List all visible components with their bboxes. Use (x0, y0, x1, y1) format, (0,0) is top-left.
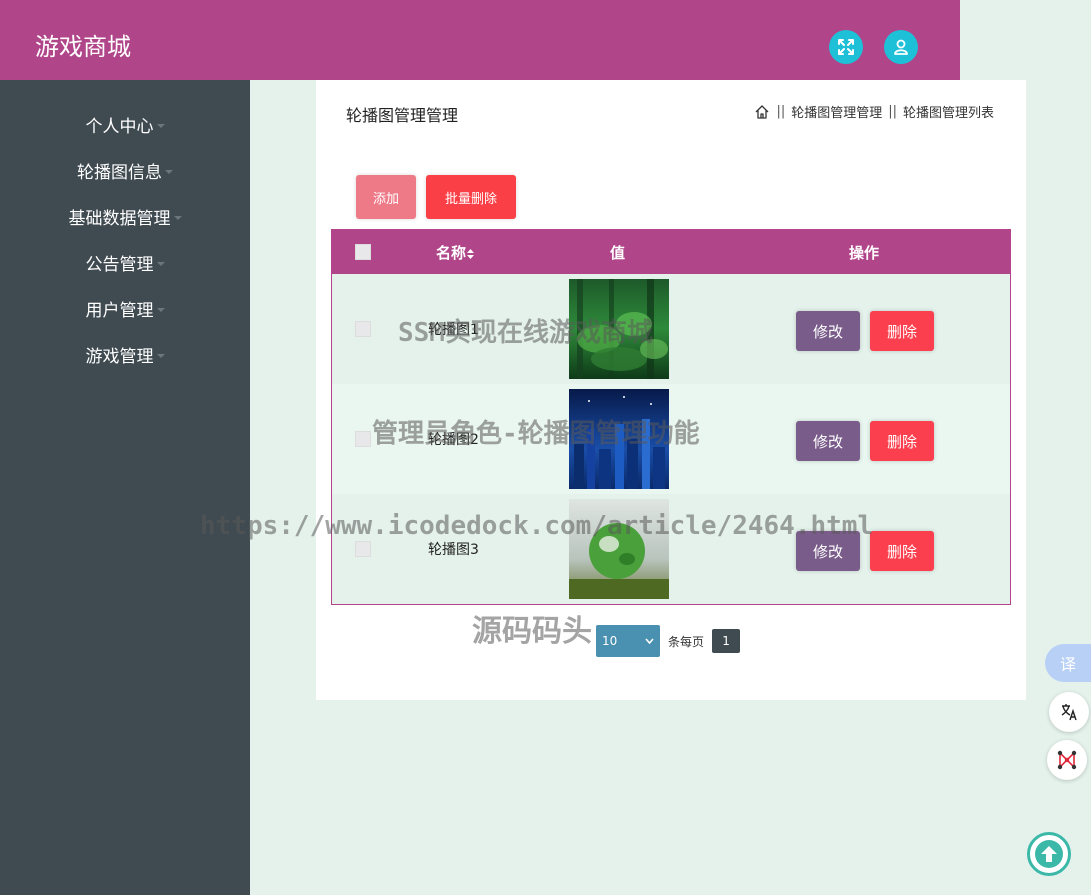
watermark-url: https://www.icodedock.com/article/2464.h… (200, 511, 874, 541)
app-brand: 游戏商城 (35, 33, 131, 61)
language-icon (1061, 704, 1077, 721)
mind-map-button[interactable] (1047, 740, 1087, 780)
translate-button[interactable]: 译 (1045, 644, 1091, 682)
sidebar-item-basic-data[interactable]: 基础数据管理 (0, 201, 250, 231)
top-header: 游戏商城 (0, 0, 960, 80)
edit-button[interactable]: 修改 (796, 311, 860, 351)
sidebar-item-users[interactable]: 用户管理 (0, 293, 250, 323)
row-checkbox[interactable] (355, 541, 371, 557)
delete-button[interactable]: 删除 (870, 421, 934, 461)
sidebar-item-label: 个人中心 (85, 116, 154, 137)
per-page-label: 条每页 (668, 634, 705, 649)
add-button[interactable]: 添加 (356, 175, 416, 219)
breadcrumb-separator: || (888, 104, 897, 119)
breadcrumb-level2: 轮播图管理列表 (902, 106, 994, 121)
sidebar-item-personal-center[interactable]: 个人中心 (0, 109, 250, 139)
translate-icon: 译 (1059, 655, 1076, 674)
page-title: 轮播图管理管理 (346, 106, 459, 125)
breadcrumb: || 轮播图管理管理 || 轮播图管理列表 (754, 102, 994, 121)
home-icon[interactable] (754, 104, 770, 120)
sidebar: 个人中心 轮播图信息 基础数据管理 公告管理 用户管理 游戏管理 (0, 80, 250, 895)
fullscreen-button[interactable] (829, 30, 863, 64)
delete-button[interactable]: 删除 (870, 531, 934, 571)
watermark-source: 源码码头 (472, 614, 592, 649)
page-size-select[interactable]: 10 (596, 625, 660, 657)
edit-button[interactable]: 修改 (796, 421, 860, 461)
pagination: 10 条每页 1 (596, 625, 741, 657)
expand-icon (838, 39, 854, 55)
breadcrumb-level1[interactable]: 轮播图管理管理 (791, 102, 882, 121)
column-header-name[interactable]: 名称 (436, 242, 475, 263)
sidebar-item-label: 游戏管理 (85, 346, 154, 367)
language-switch-button[interactable] (1049, 692, 1089, 732)
caret-down-icon (165, 169, 173, 174)
arrow-up-icon (1035, 840, 1063, 868)
sidebar-item-label: 轮播图信息 (77, 162, 162, 183)
user-icon (894, 39, 908, 55)
network-icon (1057, 750, 1077, 770)
delete-button[interactable]: 删除 (870, 311, 934, 351)
column-header-actions: 操作 (849, 244, 880, 262)
content-panel: 轮播图管理管理 || 轮播图管理管理 || 轮播图管理列表 添加 批量删除 名称… (316, 80, 1026, 700)
batch-delete-button[interactable]: 批量删除 (426, 175, 516, 219)
sidebar-item-label: 公告管理 (85, 254, 154, 275)
watermark-subtitle: 管理员角色-轮播图管理功能 (372, 419, 700, 449)
sidebar-item-games[interactable]: 游戏管理 (0, 339, 250, 369)
sort-icon (467, 248, 475, 259)
column-header-value: 值 (610, 244, 626, 262)
row-name: 轮播图3 (428, 542, 479, 558)
row-checkbox[interactable] (355, 321, 371, 337)
page-number-current[interactable]: 1 (712, 629, 741, 653)
caret-down-icon (173, 215, 182, 220)
select-all-checkbox[interactable] (355, 244, 371, 260)
breadcrumb-separator: || (776, 104, 786, 119)
sidebar-item-label: 基础数据管理 (68, 208, 171, 229)
watermark-title: SSM实现在线游戏商城 (398, 318, 653, 348)
caret-down-icon (156, 307, 165, 312)
chevron-down-icon (645, 638, 654, 644)
sidebar-item-carousel-info[interactable]: 轮播图信息 (0, 155, 250, 185)
caret-down-icon (156, 353, 165, 358)
table-header: 名称 值 操作 (332, 230, 1010, 274)
sidebar-item-label: 用户管理 (85, 300, 154, 321)
caret-down-icon (156, 261, 165, 266)
row-checkbox[interactable] (355, 431, 371, 447)
scroll-to-top-button[interactable] (1027, 832, 1071, 876)
caret-down-icon (156, 123, 165, 128)
user-menu-button[interactable] (884, 30, 918, 64)
sidebar-item-announcements[interactable]: 公告管理 (0, 247, 250, 277)
